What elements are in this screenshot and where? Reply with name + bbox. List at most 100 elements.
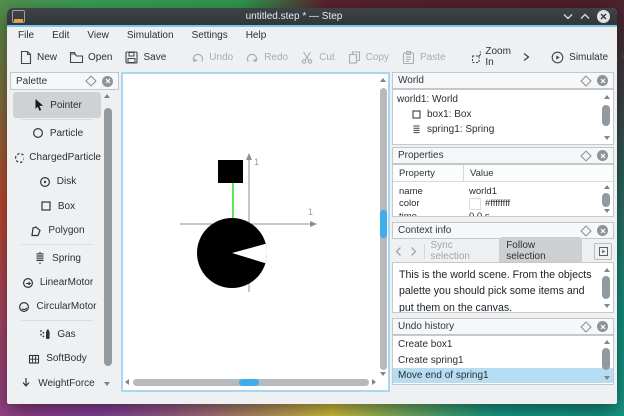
undo-history-float-icon[interactable] (580, 320, 592, 333)
simulate-play-icon (551, 51, 564, 63)
canvas-hscroll-thumb[interactable] (239, 378, 259, 386)
property-row-time[interactable]: time 0.0 s (393, 210, 613, 217)
new-button[interactable]: New (12, 46, 63, 69)
simulate-label: Simulate (569, 51, 609, 63)
palette-item-pointer[interactable]: Pointer (13, 92, 101, 118)
scroll-up-icon[interactable] (104, 94, 110, 98)
minimize-icon[interactable] (563, 13, 573, 20)
palette-item-box[interactable]: Box (13, 194, 101, 218)
context-info-body: This is the world scene. From the object… (392, 262, 614, 313)
scroll-down-icon[interactable] (379, 372, 386, 376)
scroll-up-icon[interactable] (379, 78, 386, 82)
palette-item-softbody[interactable]: SoftBody (13, 347, 101, 371)
follow-selection-button[interactable]: Follow selection (499, 237, 583, 265)
palette-float-icon[interactable] (85, 75, 97, 87)
undo-button[interactable]: Undo (184, 46, 239, 69)
forward-icon[interactable] (409, 246, 418, 257)
palette-item-weightforce[interactable]: WeightForce (13, 371, 101, 392)
context-scroll-thumb[interactable] (602, 276, 610, 299)
scroll-down-icon[interactable] (604, 136, 610, 140)
context-info-float-icon[interactable] (580, 224, 592, 237)
properties-float-icon[interactable] (580, 149, 592, 162)
palette-item-spring[interactable]: Spring (13, 246, 101, 270)
canvas-hscrollbar[interactable] (123, 376, 378, 388)
palette-item-circularmotor[interactable]: CircularMotor (13, 295, 101, 319)
maximize-icon[interactable] (580, 13, 590, 20)
world-scroll-thumb[interactable] (602, 105, 610, 126)
scroll-down-icon[interactable] (604, 304, 610, 308)
cut-scissors-icon (301, 51, 313, 64)
world-tree: world1: World box1: Box spring1: Spring (392, 89, 614, 145)
tree-item-label: box1: Box (427, 109, 472, 120)
scroll-right-icon[interactable] (372, 379, 376, 385)
tree-item-spring1[interactable]: spring1: Spring (393, 122, 613, 137)
new-label: New (37, 51, 58, 63)
palette-close-icon[interactable] (102, 75, 113, 87)
redo-button[interactable]: Redo (239, 46, 294, 69)
menu-help[interactable]: Help (237, 28, 276, 43)
properties-panel-header: Properties (392, 147, 614, 164)
world-float-icon[interactable] (580, 74, 592, 87)
simulate-button[interactable]: Simulate (544, 46, 614, 69)
x-axis-label: 1 (308, 207, 313, 217)
scroll-up-icon[interactable] (604, 95, 610, 99)
property-value: 0.0 s (469, 210, 490, 217)
world-close-icon[interactable] (597, 75, 608, 86)
undo-item-create-spring1[interactable]: Create spring1 (393, 352, 613, 367)
palette-item-disk[interactable]: Disk (13, 170, 101, 194)
undo-item-label: Move end of spring1 (398, 369, 489, 381)
palette-item-particle[interactable]: Particle (13, 121, 101, 145)
tree-item-world1[interactable]: world1: World (393, 90, 613, 107)
palette-item-chargedparticle[interactable]: ChargedParticle (13, 145, 101, 169)
tree-item-label: world1: World (397, 94, 458, 105)
paste-button[interactable]: Paste (395, 46, 452, 69)
palette-item-polygon[interactable]: Polygon (13, 219, 101, 243)
properties-column-header[interactable]: Property Value (393, 165, 613, 182)
zoom-in-button[interactable]: Zoom In (464, 42, 521, 72)
menu-edit[interactable]: Edit (43, 28, 78, 43)
palette-item-gas[interactable]: Gas (13, 322, 101, 346)
scroll-up-icon[interactable] (604, 340, 610, 344)
palette-scrollbar[interactable] (103, 94, 112, 386)
canvas-vscroll-thumb[interactable] (379, 210, 387, 238)
menu-simulation[interactable]: Simulation (118, 28, 183, 43)
property-row-name[interactable]: name world1 (393, 185, 613, 198)
scroll-down-icon[interactable] (604, 209, 610, 213)
close-icon[interactable] (597, 10, 610, 23)
simulate-dropdown-icon[interactable] (620, 53, 624, 61)
sync-selection-button[interactable]: Sync selection (430, 240, 493, 262)
canvas-vscrollbar[interactable] (378, 76, 388, 388)
palette-item-label: Polygon (48, 225, 85, 237)
undo-history-close-icon[interactable] (597, 321, 608, 332)
open-button[interactable]: Open (63, 46, 118, 69)
menu-file[interactable]: File (9, 28, 43, 43)
scroll-left-icon[interactable] (125, 379, 129, 385)
properties-scroll-thumb[interactable] (602, 193, 610, 207)
undo-item-move-end-of-spring1[interactable]: Move end of spring1 (393, 367, 613, 384)
copy-button[interactable]: Copy (341, 46, 395, 69)
scroll-down-icon[interactable] (104, 382, 110, 386)
circular-motor-icon (19, 301, 30, 312)
scroll-up-icon[interactable] (604, 268, 610, 272)
save-button[interactable]: Save (118, 46, 172, 69)
open-folder-icon (69, 51, 84, 63)
undo-scroll-thumb[interactable] (602, 348, 610, 370)
save-label: Save (143, 51, 167, 63)
property-row-color[interactable]: color #ffffffff (393, 197, 613, 211)
context-info-close-icon[interactable] (597, 225, 608, 236)
box1-object[interactable] (218, 160, 243, 183)
tree-item-box1[interactable]: box1: Box (393, 107, 613, 122)
back-icon[interactable] (394, 246, 403, 257)
menu-view[interactable]: View (78, 28, 118, 43)
menu-settings[interactable]: Settings (183, 28, 237, 43)
cut-button[interactable]: Cut (294, 46, 341, 69)
scroll-down-icon[interactable] (604, 376, 610, 380)
open-in-browser-button[interactable] (594, 242, 612, 260)
palette-item-linearmotor[interactable]: LinearMotor (13, 270, 101, 294)
y-axis-arrow (246, 153, 252, 160)
properties-close-icon[interactable] (597, 150, 608, 161)
palette-scrollbar-thumb[interactable] (103, 108, 112, 366)
undo-item-create-box1[interactable]: Create box1 (393, 337, 613, 352)
scroll-up-icon[interactable] (604, 185, 610, 189)
toolbar-overflow-icon[interactable] (520, 51, 532, 63)
